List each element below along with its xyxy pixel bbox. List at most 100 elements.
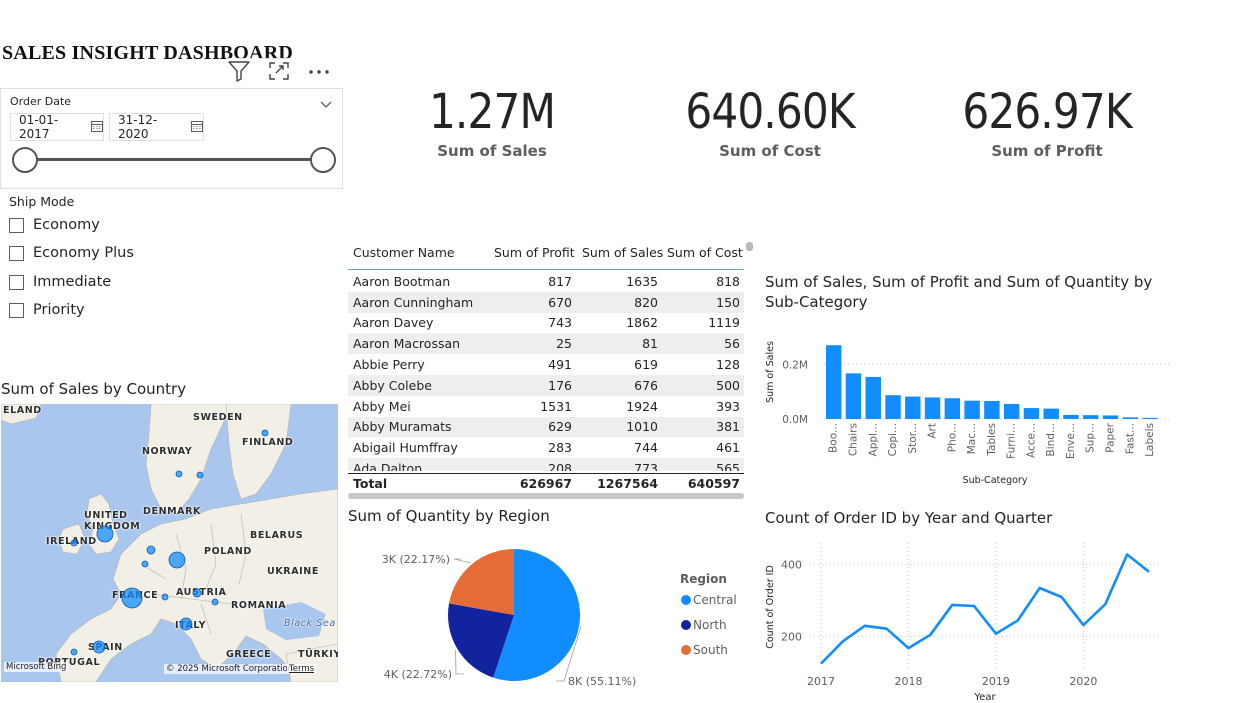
focus-mode-icon[interactable] bbox=[266, 59, 292, 83]
vertical-scrollbar[interactable] bbox=[746, 242, 753, 251]
subcat-bar-chart[interactable]: 0.0M 0.2M Sum of Sales Boo... Chairs Appl... C… bbox=[760, 320, 1180, 495]
kpi-card-sales: 1.27M Sum of Sales bbox=[362, 80, 622, 160]
start-date-input[interactable]: 01-01-2017 bbox=[10, 113, 104, 141]
checkbox[interactable] bbox=[9, 217, 24, 233]
bar bbox=[885, 395, 901, 419]
map-bubble bbox=[141, 560, 149, 568]
y-tick-label: 200 bbox=[781, 631, 802, 644]
table-row[interactable]: Abby Mei 1531 1924 393 bbox=[348, 396, 744, 417]
legend-item: South bbox=[693, 643, 728, 657]
cell: 1635 bbox=[626, 273, 658, 289]
region-chart-title: Sum of Quantity by Region bbox=[348, 507, 550, 525]
total-cell: 640597 bbox=[687, 476, 740, 491]
map-terms-link[interactable]: Terms bbox=[287, 664, 317, 674]
map-bubble bbox=[192, 588, 202, 598]
cell: 619 bbox=[634, 357, 658, 373]
data-label-leader bbox=[453, 558, 471, 564]
horizontal-scrollbar[interactable] bbox=[348, 493, 744, 499]
table-row[interactable]: Aaron Davey 743 1862 1119 bbox=[348, 313, 744, 334]
map-bubble bbox=[70, 648, 78, 656]
bar bbox=[1003, 403, 1020, 419]
bing-logo: Microsoft Bing bbox=[4, 662, 69, 672]
map-bubble-layer bbox=[70, 429, 269, 656]
ship-option-immediate[interactable]: Immediate bbox=[9, 274, 111, 290]
table-row[interactable]: Abby Colebe 176 676 500 bbox=[348, 374, 744, 396]
cell: Aaron Davey bbox=[353, 315, 434, 331]
data-label: 8K (55.11%) bbox=[568, 675, 636, 688]
x-axis-title: Sub-Category bbox=[963, 475, 1028, 486]
cell: 25 bbox=[556, 336, 572, 352]
table-row[interactable]: Abby Muramats 629 1010 381 bbox=[348, 416, 744, 438]
date-range-track[interactable] bbox=[25, 158, 323, 161]
data-label: 4K (22.72%) bbox=[384, 668, 452, 681]
x-tick-label: Copi... bbox=[887, 423, 899, 456]
map-bubble bbox=[175, 470, 183, 478]
cell: Abby Mei bbox=[353, 398, 411, 414]
x-axis-title: Year bbox=[973, 692, 996, 701]
bar bbox=[1102, 415, 1119, 419]
table-row[interactable]: Ada Dalton 208 773 565 bbox=[348, 458, 744, 471]
cell: 491 bbox=[548, 357, 572, 373]
order-line-chart[interactable]: 200 400 Count of Order ID 2017 2018 2019 2020 Y… bbox=[760, 535, 1180, 701]
cell: 128 bbox=[716, 357, 740, 373]
table-row[interactable]: Aaron Cunningham 670 820 150 bbox=[348, 291, 744, 313]
map-title: Sum of Sales by Country bbox=[1, 380, 187, 398]
ship-option-priority[interactable]: Priority bbox=[9, 302, 85, 318]
table-row[interactable]: Abbie Perry 491 619 128 bbox=[348, 354, 744, 375]
cell: 1119 bbox=[708, 315, 740, 331]
x-tick-label: Appl... bbox=[867, 423, 879, 456]
end-date-input[interactable]: 31-12-2020 bbox=[109, 113, 204, 141]
checkbox[interactable] bbox=[9, 274, 24, 290]
checkbox[interactable] bbox=[9, 245, 24, 261]
x-tick-label: Art bbox=[927, 423, 939, 439]
bar bbox=[1043, 408, 1059, 419]
cell: 381 bbox=[716, 419, 740, 435]
table-body[interactable]: Aaron Bootman 817 1635 818 Aaron Cunningham… bbox=[348, 271, 744, 471]
cell: 1531 bbox=[540, 398, 572, 414]
chevron-down-icon[interactable] bbox=[320, 94, 332, 113]
column-header[interactable]: Customer Name bbox=[353, 245, 455, 260]
cell: Abbie Perry bbox=[353, 357, 425, 373]
date-range-start-handle[interactable] bbox=[12, 147, 38, 173]
filter-icon[interactable] bbox=[226, 59, 252, 83]
y-axis-title: Count of Order ID bbox=[765, 565, 776, 649]
calendar-icon[interactable] bbox=[91, 120, 103, 135]
cell: Ada Dalton bbox=[353, 461, 423, 471]
x-tick-label: Mac... bbox=[966, 423, 978, 454]
map-bubble bbox=[70, 539, 78, 547]
data-label: 3K (22.17%) bbox=[382, 553, 450, 566]
map-bubble bbox=[96, 525, 114, 543]
column-header[interactable]: Sum of Sales bbox=[582, 245, 663, 260]
y-axis-title: Sum of Sales bbox=[765, 341, 776, 403]
bar bbox=[1142, 417, 1158, 419]
table-row[interactable]: Aaron Macrossan 25 81 56 bbox=[348, 333, 744, 355]
map-bubble bbox=[121, 587, 143, 609]
sales-map[interactable]: ELAND SWEDEN FINLAND NORWAY UNITED KINGD… bbox=[1, 404, 338, 682]
table-header: Customer Name Sum of Profit Sum of Sales… bbox=[348, 240, 744, 270]
column-header[interactable]: Sum of Cost bbox=[667, 245, 743, 260]
legend-marker bbox=[681, 645, 691, 655]
cell: 743 bbox=[548, 315, 572, 331]
legend-item: Central bbox=[693, 593, 737, 607]
region-pie-chart[interactable]: 8K (55.11%) 4K (22.72%) 3K (22.17%) Region C… bbox=[370, 535, 750, 695]
customer-table: Customer Name Sum of Profit Sum of Sales… bbox=[348, 240, 754, 500]
cell: 744 bbox=[634, 440, 658, 456]
kpi-card-cost: 640.60K Sum of Cost bbox=[640, 80, 900, 160]
kpi-value: 1.27M bbox=[428, 84, 556, 140]
more-options-icon[interactable] bbox=[306, 59, 332, 83]
calendar-icon[interactable] bbox=[191, 120, 203, 135]
table-row[interactable]: Abigail Humffray 283 744 461 bbox=[348, 437, 744, 458]
bar bbox=[865, 376, 881, 419]
checkbox[interactable] bbox=[9, 302, 24, 318]
ship-option-economy[interactable]: Economy bbox=[9, 217, 100, 233]
table-row[interactable]: Aaron Bootman 817 1635 818 bbox=[348, 271, 744, 292]
subcat-chart-title-line: Sum of Sales, Sum of Profit and Sum of Q… bbox=[765, 273, 1153, 291]
x-tick-label: Boo... bbox=[828, 423, 840, 453]
ship-option-economy-plus[interactable]: Economy Plus bbox=[9, 245, 134, 261]
cell: 1924 bbox=[626, 398, 658, 414]
date-range-end-handle[interactable] bbox=[310, 147, 336, 173]
cell: 773 bbox=[634, 461, 658, 471]
bar bbox=[826, 345, 842, 419]
x-tick-label: Fast... bbox=[1124, 423, 1136, 454]
column-header[interactable]: Sum of Profit bbox=[494, 245, 575, 260]
